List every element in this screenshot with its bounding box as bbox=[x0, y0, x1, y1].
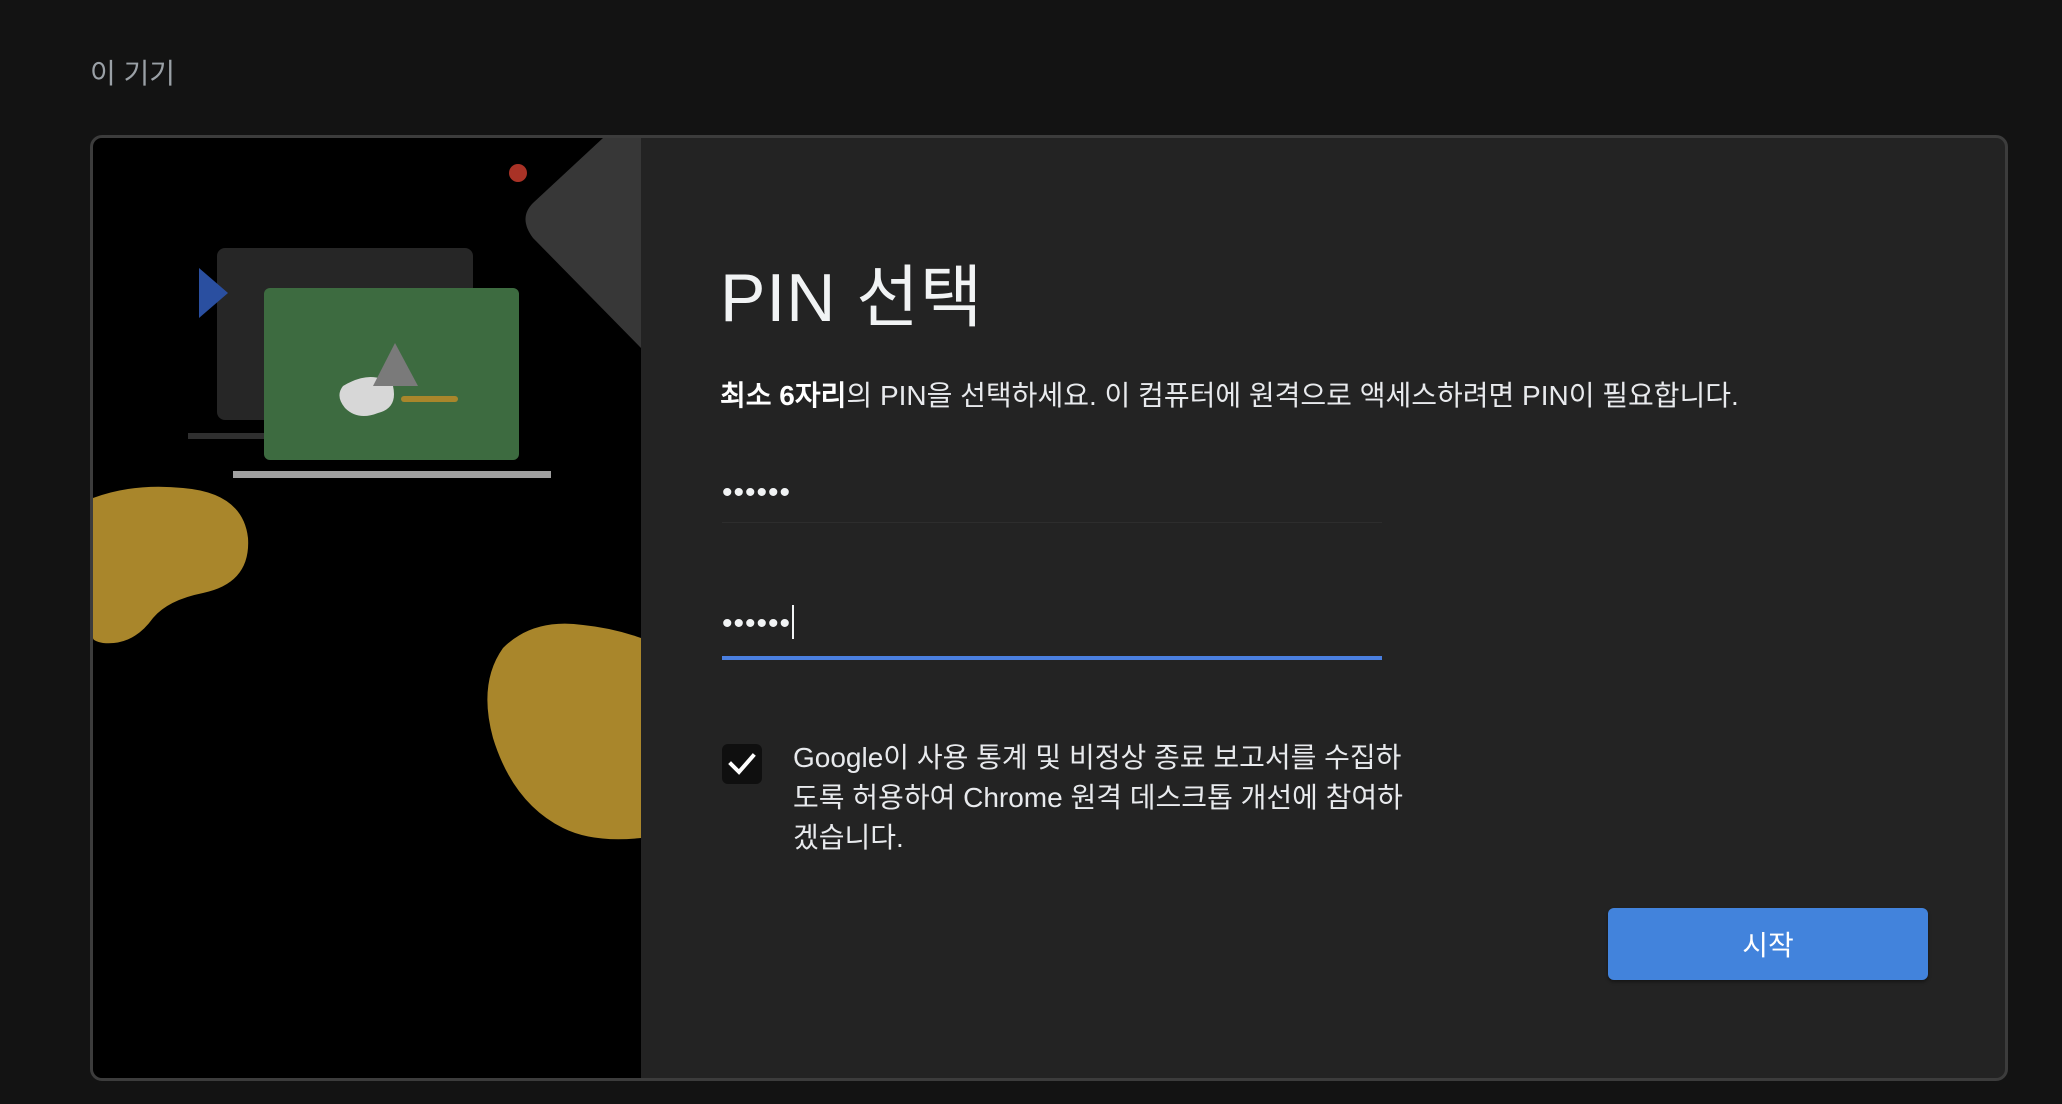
confirm-pin-input-value: •••••• bbox=[722, 606, 792, 640]
gold-blob-left bbox=[93, 486, 249, 644]
usage-stats-label[interactable]: Google이 사용 통계 및 비정상 종료 보고서를 수집하도록 허용하여 C… bbox=[793, 738, 1403, 858]
front-screen-base bbox=[233, 471, 551, 478]
gold-blob-right bbox=[487, 623, 641, 840]
description-bold: 최소 6자리 bbox=[720, 380, 847, 411]
pin-input[interactable]: •••••• bbox=[722, 463, 1382, 523]
dialog-heading: PIN 선택 bbox=[720, 260, 984, 336]
red-dot bbox=[509, 164, 527, 182]
dialog-description: 최소 6자리의 PIN을 선택하세요. 이 컴퓨터에 원격으로 액세스하려면 P… bbox=[720, 378, 1739, 414]
remote-desktop-illustration bbox=[93, 138, 641, 1078]
confirm-pin-input-value-wrap: •••••• bbox=[722, 605, 795, 642]
pin-setup-dialog: PIN 선택 최소 6자리의 PIN을 선택하세요. 이 컴퓨터에 원격으로 액… bbox=[90, 135, 2008, 1081]
section-title: 이 기기 bbox=[90, 58, 176, 89]
checkmark-icon bbox=[728, 753, 756, 775]
gold-line bbox=[401, 396, 458, 402]
gray-corner-shape bbox=[525, 138, 641, 348]
usage-stats-checkbox[interactable] bbox=[722, 744, 762, 784]
text-caret bbox=[792, 605, 795, 639]
description-text: 의 PIN을 선택하세요. 이 컴퓨터에 원격으로 액세스하려면 PIN이 필요… bbox=[846, 380, 1739, 411]
pin-form: PIN 선택 최소 6자리의 PIN을 선택하세요. 이 컴퓨터에 원격으로 액… bbox=[641, 138, 2005, 1078]
pin-input-value: •••••• bbox=[722, 476, 792, 509]
start-button[interactable]: 시작 bbox=[1608, 908, 1928, 980]
confirm-pin-input[interactable]: •••••• bbox=[722, 600, 1382, 660]
